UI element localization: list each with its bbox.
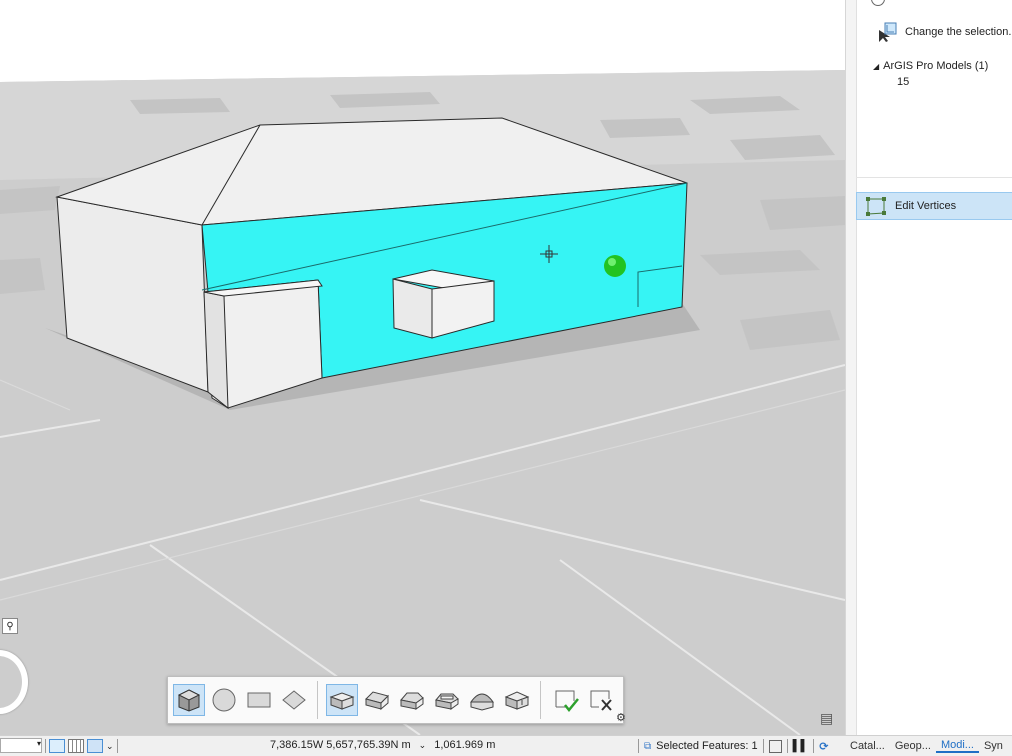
walk-mode-icon[interactable]: ⚲ — [2, 618, 18, 634]
tab-geoprocessing[interactable]: Geop... — [890, 740, 936, 752]
cancel-sketch-icon[interactable] — [585, 684, 617, 716]
scale-dropdown[interactable]: ▾ — [0, 738, 42, 753]
multipatch-tool-icon[interactable] — [173, 684, 205, 716]
tab-catalog[interactable]: Catal... — [845, 740, 890, 752]
info-icon — [871, 0, 885, 6]
hip-roof-icon[interactable] — [396, 684, 428, 716]
tab-modify-features[interactable]: Modi... — [935, 739, 979, 753]
refresh-selection-icon[interactable] — [768, 739, 782, 753]
edit-vertices-tool[interactable]: Edit Vertices — [856, 192, 1012, 220]
flat-roof-icon[interactable] — [326, 684, 358, 716]
change-selection-link[interactable]: Change the selection. — [877, 22, 1011, 42]
map-viewport[interactable]: ⚲ ⚙ ▤ — [0, 0, 845, 735]
refresh-icon[interactable]: ⟳ — [819, 740, 828, 753]
toolbar-settings-icon[interactable]: ⚙ — [616, 711, 626, 724]
pane-tab-strip: Catal... Geop... Modi... Syn — [845, 735, 1012, 756]
collapse-triangle-icon[interactable]: ◢ — [873, 62, 879, 71]
dome-roof-icon[interactable] — [466, 684, 498, 716]
table-toggle-icon[interactable]: ▤ — [820, 710, 833, 727]
edit-vertices-label: Edit Vertices — [895, 200, 957, 212]
circle-tool-icon[interactable] — [208, 684, 240, 716]
selection-cursor-icon — [879, 22, 897, 42]
change-selection-label: Change the selection. — [905, 26, 1012, 38]
status-bar: ▾ ⌄ 7,386.15W 5,657,765.39N m ⌄ 1,061.96… — [0, 735, 845, 756]
chevron-down-icon[interactable]: ⌄ — [106, 741, 114, 752]
selected-features-count[interactable]: Selected Features: 1 — [656, 740, 758, 752]
grid-icon[interactable] — [68, 739, 84, 753]
selected-features-icon: ⧉ — [644, 740, 652, 752]
scene-3d — [0, 70, 845, 735]
coordinate-format-dropdown-icon[interactable]: ⌄ — [419, 740, 427, 751]
mansard-roof-icon[interactable] — [431, 684, 463, 716]
snapping-icon[interactable] — [49, 739, 65, 753]
selection-tree: ◢ ArGIS Pro Models (1) 15 — [873, 58, 988, 90]
tab-symbology[interactable]: Syn — [979, 740, 1008, 752]
rectangle-tool-icon[interactable] — [243, 684, 275, 716]
construction-toolbar: ⚙ — [167, 676, 626, 724]
tree-node-child[interactable]: 15 — [873, 74, 988, 90]
coordinate-readout: 7,386.15W 5,657,765.39N m — [270, 739, 411, 751]
modify-features-pane: Change the selection. ◢ ArGIS Pro Models… — [845, 0, 1012, 735]
gable-roof-icon[interactable] — [361, 684, 393, 716]
shed-roof-icon[interactable] — [501, 684, 533, 716]
polygon-tool-icon[interactable] — [278, 684, 310, 716]
elevation-readout: 1,061.969 m — [434, 739, 496, 751]
edit-vertices-icon — [866, 197, 886, 216]
tree-node-parent[interactable]: ◢ ArGIS Pro Models (1) — [873, 58, 988, 74]
tree-child-label: 15 — [897, 76, 910, 88]
pause-drawing-icon[interactable]: ▌▌ — [793, 740, 809, 752]
correction-icon[interactable] — [87, 739, 103, 753]
pane-divider — [856, 177, 1012, 178]
tree-parent-label: ArGIS Pro Models (1) — [883, 60, 989, 72]
finish-sketch-icon[interactable] — [550, 684, 582, 716]
